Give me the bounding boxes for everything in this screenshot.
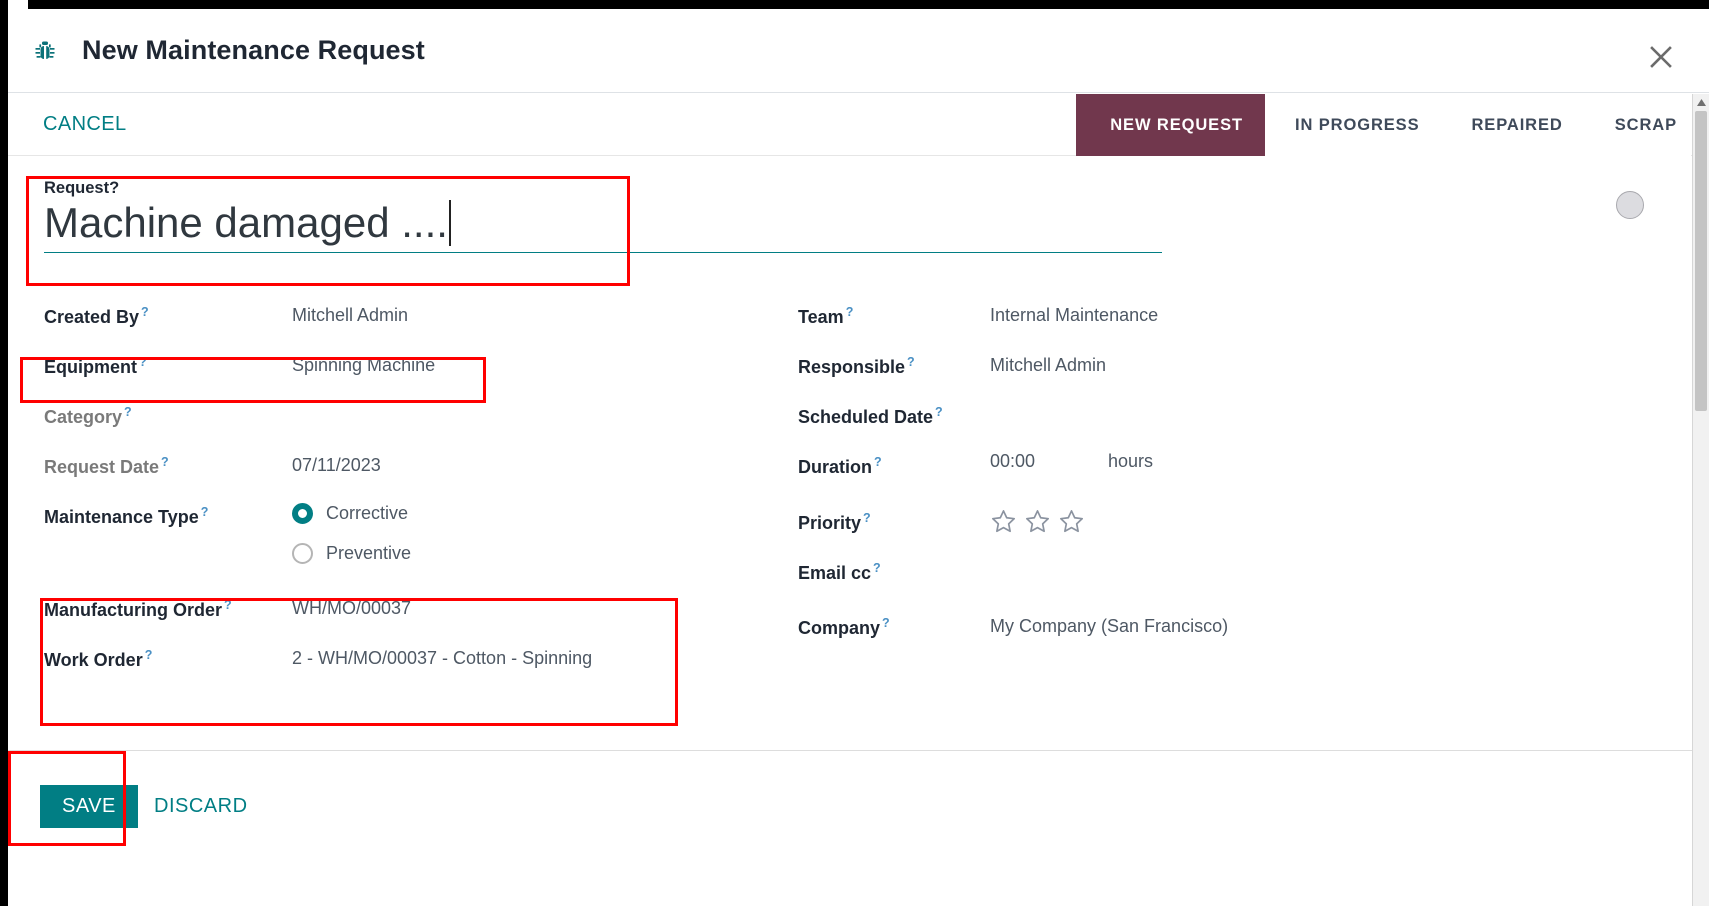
help-icon[interactable]: ? <box>873 561 881 575</box>
field-label: Company? <box>798 616 890 638</box>
field-label: Email cc? <box>798 561 881 583</box>
help-icon[interactable]: ? <box>109 179 119 197</box>
star-icon-2[interactable] <box>1024 508 1051 540</box>
field-equipment: Equipment? Spinning Machine <box>44 351 784 401</box>
field-maintenance-type: Maintenance Type? Corrective Preventive <box>44 501 784 564</box>
maintenance-type-radio-group: Corrective Preventive <box>292 501 411 564</box>
field-manufacturing-order: Manufacturing Order? WH/MO/00037 <box>44 594 784 644</box>
help-icon[interactable]: ? <box>882 616 890 630</box>
field-label: Manufacturing Order? <box>44 598 232 620</box>
field-label: Equipment? <box>44 355 147 377</box>
stage-label: SCRAP <box>1614 115 1677 134</box>
dialog-header: New Maintenance Request <box>8 9 1709 93</box>
left-black-gutter <box>0 0 8 906</box>
field-category: Category? <box>44 401 784 451</box>
close-icon[interactable] <box>1641 37 1681 77</box>
help-icon[interactable]: ? <box>907 355 915 369</box>
field-duration: Duration? 00:00 hours <box>798 451 1498 507</box>
field-label: Scheduled Date? <box>798 405 943 427</box>
stage-repaired[interactable]: REPAIRED <box>1441 94 1608 156</box>
help-icon[interactable]: ? <box>874 455 882 469</box>
field-email-cc: Email cc? <box>798 557 1498 607</box>
help-icon[interactable]: ? <box>935 405 943 419</box>
help-icon[interactable]: ? <box>846 305 854 319</box>
help-icon[interactable]: ? <box>141 305 149 319</box>
dialog-title: New Maintenance Request <box>82 35 425 65</box>
maintenance-request-dialog: New Maintenance Request CANCEL NEW REQUE… <box>0 0 1709 906</box>
duration-wrapper: 00:00 hours <box>990 451 1153 472</box>
form-left-column: Created By? Mitchell Admin Equipment? Sp… <box>44 301 784 694</box>
radio-indicator-icon <box>292 503 313 524</box>
scroll-up-arrow-icon[interactable] <box>1693 94 1709 111</box>
field-label: Priority? <box>798 511 871 533</box>
stage-scrap[interactable]: SCRAP <box>1584 94 1691 156</box>
field-created-by: Created By? Mitchell Admin <box>44 301 784 351</box>
radio-label: Preventive <box>326 543 412 563</box>
field-label: Request Date? <box>44 455 169 477</box>
help-icon[interactable]: ? <box>863 511 871 525</box>
star-icon-1[interactable] <box>990 508 1017 540</box>
help-icon[interactable]: ? <box>161 455 169 469</box>
help-icon[interactable]: ? <box>224 598 232 612</box>
help-icon[interactable]: ? <box>145 648 153 662</box>
field-value[interactable]: WH/MO/00037 <box>292 594 411 619</box>
form-right-column: Team? Internal Maintenance Responsible? … <box>798 301 1498 662</box>
field-value[interactable]: 07/11/2023 <box>292 451 381 476</box>
request-title-field: Request? Machine damaged .... <box>44 179 1162 253</box>
field-label: Maintenance Type? <box>44 505 209 527</box>
field-value[interactable]: Internal Maintenance <box>990 301 1158 326</box>
field-company: Company? My Company (San Francisco) <box>798 612 1498 662</box>
radio-label: Corrective <box>326 503 409 523</box>
stage-in-progress[interactable]: IN PROGRESS <box>1264 94 1465 156</box>
discard-button[interactable]: DISCARD <box>148 785 254 828</box>
avatar <box>1616 191 1644 219</box>
field-scheduled-date: Scheduled Date? <box>798 401 1498 451</box>
stage-label: NEW REQUEST <box>1110 115 1243 134</box>
request-title-label: Request? <box>44 179 120 197</box>
stage-label: REPAIRED <box>1471 115 1563 134</box>
duration-input[interactable]: 00:00 <box>990 451 1108 472</box>
bug-icon <box>30 36 60 66</box>
duration-unit-label: hours <box>1108 451 1154 471</box>
help-icon[interactable]: ? <box>124 405 132 419</box>
stage-new-request[interactable]: NEW REQUEST <box>1076 94 1289 156</box>
save-button[interactable]: SAVE <box>40 785 138 828</box>
field-label: Duration? <box>798 455 882 477</box>
field-value[interactable]: Mitchell Admin <box>990 351 1106 376</box>
control-panel: CANCEL NEW REQUEST IN PROGRESS REPAIRED … <box>8 94 1709 156</box>
field-label: Work Order? <box>44 648 153 670</box>
field-label: Category? <box>44 405 132 427</box>
field-value[interactable]: My Company (San Francisco) <box>990 612 1228 637</box>
dialog-footer: SAVE DISCARD <box>8 750 1709 906</box>
field-request-date: Request Date? 07/11/2023 <box>44 451 784 501</box>
form-sheet: Request? Machine damaged .... Created By… <box>8 157 1696 749</box>
field-value[interactable]: Mitchell Admin <box>292 301 408 326</box>
request-title-text: Machine damaged .... <box>44 199 448 246</box>
field-value[interactable]: Spinning Machine <box>292 351 435 376</box>
radio-indicator-icon <box>292 543 313 564</box>
field-label: Team? <box>798 305 854 327</box>
text-caret <box>448 200 451 246</box>
request-title-input[interactable]: Machine damaged .... <box>44 200 1162 253</box>
cancel-button[interactable]: CANCEL <box>41 107 129 142</box>
field-label: Responsible? <box>798 355 915 377</box>
field-team: Team? Internal Maintenance <box>798 301 1498 351</box>
radio-corrective[interactable]: Corrective <box>292 503 411 524</box>
help-icon[interactable]: ? <box>139 355 147 369</box>
field-priority: Priority? <box>798 507 1498 557</box>
field-value[interactable]: 2 - WH/MO/00037 - Cotton - Spinning <box>292 644 592 669</box>
stage-label: IN PROGRESS <box>1294 115 1420 134</box>
field-responsible: Responsible? Mitchell Admin <box>798 351 1498 401</box>
vertical-scrollbar[interactable] <box>1692 94 1709 906</box>
status-bar: NEW REQUEST IN PROGRESS REPAIRED SCRAP <box>1076 94 1691 156</box>
priority-stars <box>990 507 1085 540</box>
field-work-order: Work Order? 2 - WH/MO/00037 - Cotton - S… <box>44 644 784 694</box>
scrollbar-thumb[interactable] <box>1695 111 1707 411</box>
star-icon-3[interactable] <box>1058 508 1085 540</box>
radio-preventive[interactable]: Preventive <box>292 543 411 564</box>
help-icon[interactable]: ? <box>201 505 209 519</box>
field-label: Created By? <box>44 305 149 327</box>
top-black-strip <box>0 0 1709 9</box>
